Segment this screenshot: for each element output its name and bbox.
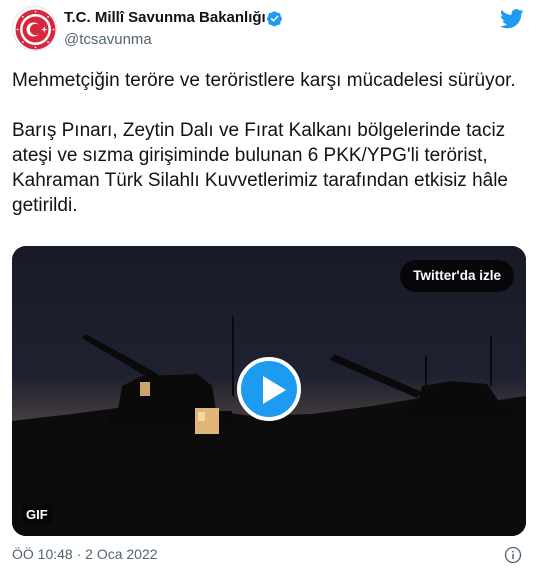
play-button[interactable] — [237, 357, 301, 421]
tweet-card: T.C. Millî Savunma Bakanlığı @tcsavunma … — [0, 0, 536, 573]
author-handle[interactable]: @tcsavunma — [64, 31, 152, 48]
avatar[interactable] — [12, 6, 57, 51]
ministry-emblem-icon — [15, 9, 56, 50]
watch-on-twitter-button[interactable]: Twitter'da izle — [400, 260, 514, 292]
twitter-bird-icon[interactable] — [500, 8, 524, 30]
verified-badge-icon — [266, 11, 282, 27]
info-icon[interactable] — [504, 546, 522, 564]
tweet-text: Mehmetçiğin teröre ve teröristlere karşı… — [12, 68, 526, 218]
tweet-paragraph: Mehmetçiğin teröre ve teröristlere karşı… — [12, 70, 516, 91]
video-media[interactable]: Twitter'da izle GIF — [12, 246, 526, 536]
play-icon — [263, 376, 286, 404]
gif-badge: GIF — [22, 505, 52, 524]
author-name[interactable]: T.C. Millî Savunma Bakanlığı — [64, 9, 266, 26]
tweet-timestamp[interactable]: ÖÖ 10:48 · 2 Oca 2022 — [12, 546, 158, 562]
tweet-paragraph: Barış Pınarı, Zeytin Dalı ve Fırat Kalka… — [12, 120, 508, 216]
